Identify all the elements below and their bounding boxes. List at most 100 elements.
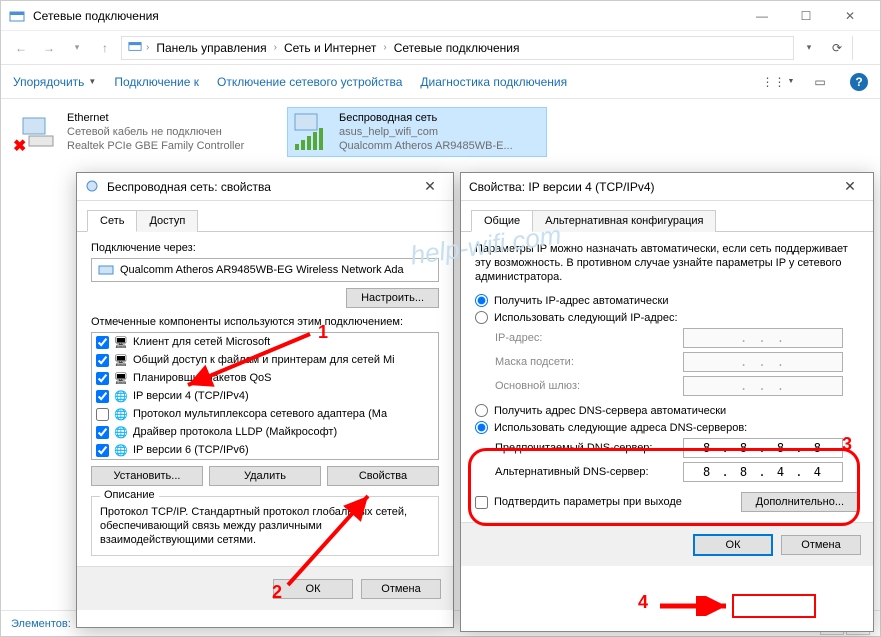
command-bar: Упорядочить▼ Подключение к Отключение се…	[1, 65, 880, 99]
info-text: Параметры IP можно назначать автоматичес…	[475, 242, 859, 284]
breadcrumb-icon	[128, 39, 142, 56]
breadcrumb-dropdown[interactable]: ▾	[798, 37, 820, 59]
configure-button[interactable]: Настроить...	[346, 288, 439, 308]
ip-address-input: . . .	[683, 328, 843, 348]
description-group: Описание Протокол TCP/IP. Стандартный пр…	[91, 496, 439, 556]
component-row: 🖥Общий доступ к файлам и принтерам для с…	[92, 351, 438, 369]
net-name: Беспроводная сеть	[339, 111, 513, 125]
window-title: Сетевые подключения	[33, 9, 740, 23]
net-name: Ethernet	[67, 111, 244, 125]
chevron-right-icon: ›	[274, 42, 277, 53]
mask-label: Маска подсети:	[495, 356, 675, 368]
tab-general[interactable]: Общие	[471, 210, 533, 232]
nav-up[interactable]: ↑	[93, 36, 117, 60]
ethernet-icon: ✖	[19, 112, 59, 152]
ipv4-properties-dialog: Свойства: IP версии 4 (TCP/IPv4) ✕ Общие…	[460, 172, 874, 632]
cancel-button[interactable]: Отмена	[361, 579, 441, 599]
network-items: ✖ Ethernet Сетевой кабель не подключен R…	[15, 107, 866, 157]
help-button[interactable]: ?	[850, 73, 868, 91]
confirm-label: Подтвердить параметры при выходе	[494, 496, 682, 508]
close-button[interactable]: ✕	[828, 2, 872, 30]
cmd-organize[interactable]: Упорядочить▼	[13, 75, 96, 89]
component-row: 🌐IP версии 6 (TCP/IPv6)	[92, 441, 438, 459]
gateway-input: . . .	[683, 376, 843, 396]
radio-ip-manual[interactable]	[475, 311, 488, 324]
adapter-properties-dialog: Беспроводная сеть: свойства ✕ Сеть Досту…	[76, 172, 454, 628]
net-status: Сетевой кабель не подключен	[67, 125, 244, 139]
preview-pane-button[interactable]: ▭	[808, 71, 832, 93]
breadcrumb[interactable]: › Панель управления › Сеть и Интернет › …	[121, 36, 794, 60]
ok-button[interactable]: ОК	[693, 534, 773, 556]
subnet-mask-input: . . .	[683, 352, 843, 372]
dialog-title-bar: Свойства: IP версии 4 (TCP/IPv4) ✕	[461, 173, 873, 201]
crumb[interactable]: Панель управления	[153, 41, 269, 55]
dns-alt-label: Альтернативный DNS-сервер:	[495, 466, 675, 478]
component-row: 🖥Планировщик пакетов QoS	[92, 369, 438, 387]
component-row: 🌐Протокол мультиплексора сетевого адапте…	[92, 405, 438, 423]
refresh-button[interactable]: ⟳	[826, 37, 848, 59]
tab-network[interactable]: Сеть	[87, 210, 137, 232]
component-icon: 🖥	[113, 335, 129, 349]
tabs: Общие Альтернативная конфигурация	[461, 201, 873, 232]
view-options[interactable]: ⋮⋮▼	[766, 71, 790, 93]
dialog-title: Свойства: IP версии 4 (TCP/IPv4)	[469, 180, 835, 194]
crumb[interactable]: Сетевые подключения	[391, 41, 523, 55]
error-icon: ✖	[13, 136, 26, 156]
cmd-connect[interactable]: Подключение к	[114, 75, 199, 89]
description-title: Описание	[100, 489, 159, 501]
component-icon: 🖥	[113, 353, 129, 367]
dns-preferred-input[interactable]: 8 . 8 . 8 . 8	[683, 438, 843, 458]
nav-back[interactable]: ←	[9, 36, 33, 60]
component-icon: 🌐	[113, 425, 129, 439]
chevron-right-icon: ›	[146, 42, 149, 53]
crumb[interactable]: Сеть и Интернет	[281, 41, 379, 55]
tab-alt-config[interactable]: Альтернативная конфигурация	[532, 210, 716, 232]
advanced-button[interactable]: Дополнительно...	[741, 492, 859, 512]
ip-label: IP-адрес:	[495, 332, 675, 344]
net-adapter: Qualcomm Atheros AR9485WB-E...	[339, 139, 513, 153]
dialog-close-button[interactable]: ✕	[415, 178, 445, 195]
properties-button[interactable]: Свойства	[327, 466, 439, 486]
title-bar: Сетевые подключения — ☐ ✕	[1, 1, 880, 31]
dns-alt-input[interactable]: 8 . 8 . 4 . 4	[683, 462, 843, 482]
dialog-buttons: ОК Отмена	[77, 566, 453, 610]
install-button[interactable]: Установить...	[91, 466, 203, 486]
tab-access[interactable]: Доступ	[136, 210, 198, 232]
ok-button[interactable]: ОК	[273, 579, 353, 599]
network-item-wifi[interactable]: Беспроводная сеть asus_help_wifi_com Qua…	[287, 107, 547, 157]
component-row: 🌐IP версии 4 (TCP/IPv4)	[92, 387, 438, 405]
search-box[interactable]	[852, 36, 872, 60]
cmd-disable[interactable]: Отключение сетевого устройства	[217, 75, 402, 89]
nav-forward[interactable]: →	[37, 36, 61, 60]
chevron-right-icon: ›	[383, 42, 386, 53]
minimize-button[interactable]: —	[740, 2, 784, 30]
connect-via-label: Подключение через:	[91, 242, 439, 254]
components-label: Отмеченные компоненты используются этим …	[91, 316, 439, 328]
nav-bar: ← → ▾ ↑ › Панель управления › Сеть и Инт…	[1, 31, 880, 65]
dialog-close-button[interactable]: ✕	[835, 178, 865, 195]
radio-dns-auto[interactable]	[475, 404, 488, 417]
adapter-name: Qualcomm Atheros AR9485WB-EG Wireless Ne…	[120, 264, 404, 276]
dialog-title-bar: Беспроводная сеть: свойства ✕	[77, 173, 453, 201]
component-icon: 🌐	[113, 443, 129, 457]
network-item-ethernet[interactable]: ✖ Ethernet Сетевой кабель не подключен R…	[15, 107, 275, 157]
net-adapter: Realtek PCIe GBE Family Controller	[67, 139, 244, 153]
radio-ip-auto[interactable]	[475, 294, 488, 307]
cmd-diagnose[interactable]: Диагностика подключения	[420, 75, 567, 89]
component-icon: 🖥	[113, 371, 129, 385]
dialog-title: Беспроводная сеть: свойства	[107, 180, 415, 194]
nav-dropdown[interactable]: ▾	[65, 36, 89, 60]
confirm-on-exit-checkbox[interactable]	[475, 496, 488, 509]
dns-pref-label: Предпочитаемый DNS-сервер:	[495, 442, 675, 454]
adapter-icon	[85, 179, 101, 195]
window-icon	[9, 8, 25, 24]
maximize-button[interactable]: ☐	[784, 2, 828, 30]
component-icon: 🌐	[113, 389, 129, 403]
dialog-buttons: ОК Отмена	[461, 522, 873, 566]
component-list[interactable]: 🖥Клиент для сетей Microsoft 🖥Общий досту…	[91, 332, 439, 460]
cancel-button[interactable]: Отмена	[781, 535, 861, 555]
component-row: 🌐Драйвер протокола LLDP (Майкрософт)	[92, 423, 438, 441]
uninstall-button[interactable]: Удалить	[209, 466, 321, 486]
radio-dns-manual[interactable]	[475, 421, 488, 434]
component-row: 🖥Клиент для сетей Microsoft	[92, 333, 438, 351]
